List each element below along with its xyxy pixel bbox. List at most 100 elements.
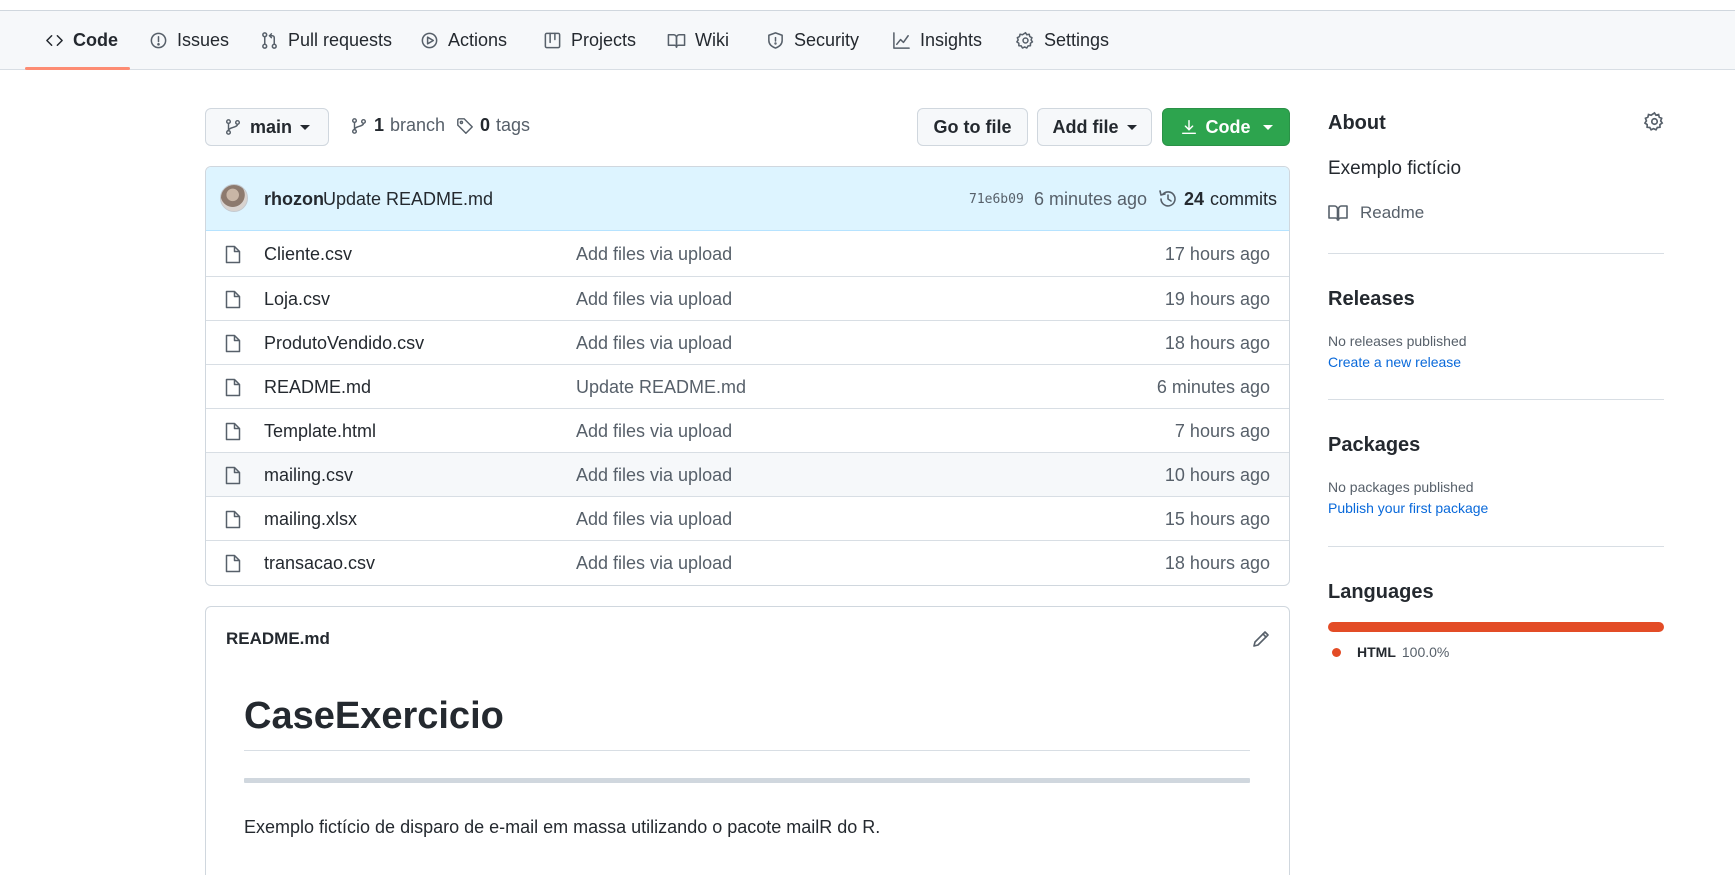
file-commit-message[interactable]: Add files via upload [576,409,732,453]
file-rows: Cliente.csv Add files via upload 17 hour… [206,232,1289,584]
file-name[interactable]: Loja.csv [264,277,330,321]
readme-link[interactable]: Readme [1328,203,1424,223]
file-commit-time: 18 hours ago [1164,332,1270,353]
releases-empty-text: No releases published [1328,333,1467,349]
tab-insights[interactable]: Insights [892,11,982,70]
file-commit-time: 6 minutes ago [1156,376,1270,397]
language-name: HTML [1357,644,1396,660]
file-commit-time: 15 hours ago [1164,508,1270,529]
publish-package-link[interactable]: Publish your first package [1328,500,1488,516]
file-icon [225,245,241,264]
chevron-down-icon [300,124,310,130]
commit-time: 6 minutes ago [1034,188,1148,209]
git-branch-icon [351,117,367,134]
tab-issues-label: Issues [177,30,230,50]
readme-panel: README.md CaseExercicio Exemplo fictício… [205,606,1290,875]
table-row: mailing.csv Add files via upload 10 hour… [206,452,1289,496]
issue-opened-icon [150,32,167,49]
file-name[interactable]: ProdutoVendido.csv [264,321,424,365]
file-commit-message[interactable]: Add files via upload [576,277,732,321]
tab-projects[interactable]: Projects [543,11,636,70]
gear-icon[interactable] [1644,111,1665,132]
book-icon [1328,205,1348,221]
file-name[interactable]: mailing.csv [264,453,353,497]
languages-title: Languages [1328,581,1434,603]
tab-wiki[interactable]: Wiki [667,11,729,70]
file-icon [225,554,241,573]
add-file-button[interactable]: Add file [1037,108,1152,146]
file-commit-message[interactable]: Add files via upload [576,321,732,365]
file-commit-message[interactable]: Add files via upload [576,453,732,497]
tab-security-label: Security [794,30,860,50]
file-commit-message[interactable]: Add files via upload [576,232,732,276]
code-download-button[interactable]: Code [1162,108,1290,146]
table-row: Cliente.csv Add files via upload 17 hour… [206,232,1289,276]
branch-name: main [249,116,292,137]
file-name[interactable]: Template.html [264,409,376,453]
file-list: rhozon Update README.md 71e6b09 6 minute… [205,166,1290,586]
table-row: README.md Update README.md 6 minutes ago [206,364,1289,408]
chevron-down-icon [1262,124,1273,130]
tags-link[interactable]: 0 tags [456,115,530,136]
gear-icon [1016,31,1034,49]
language-item-html[interactable]: HTML 100.0% [1332,644,1449,660]
commit-count: 24 [1184,188,1205,209]
file-commit-time: 18 hours ago [1164,552,1270,573]
tab-pull-requests-label: Pull requests [288,30,393,50]
file-icon [225,510,241,529]
history-icon [1159,190,1176,207]
file-name[interactable]: mailing.xlsx [264,497,357,541]
table-icon [544,32,561,49]
file-icon [225,466,241,485]
readme-filename[interactable]: README.md [226,629,330,649]
file-commit-time: 10 hours ago [1164,464,1270,485]
shield-icon [768,32,783,49]
avatar[interactable] [220,184,248,212]
create-release-link[interactable]: Create a new release [1328,354,1461,370]
go-to-file-button[interactable]: Go to file [917,108,1028,146]
tab-security[interactable]: Security [766,11,859,70]
latest-commit-bar: rhozon Update README.md 71e6b09 6 minute… [206,167,1289,231]
tab-actions[interactable]: Actions [420,11,507,70]
book-icon [667,34,686,48]
table-row: mailing.xlsx Add files via upload 15 hou… [206,496,1289,540]
branch-select-button[interactable]: main [205,108,329,146]
tab-settings[interactable]: Settings [1016,11,1109,70]
tab-issues[interactable]: Issues [149,11,229,70]
readme-paragraph: Exemplo fictício de disparo de e-mail em… [244,817,881,837]
commit-message[interactable]: Update README.md [323,167,493,231]
file-name[interactable]: transacao.csv [264,541,375,585]
commit-word: commits [1210,188,1278,209]
file-commit-message[interactable]: Add files via upload [576,541,732,585]
language-color-dot [1332,647,1341,657]
tab-insights-label: Insights [920,30,983,50]
table-row: Template.html Add files via upload 7 hou… [206,408,1289,452]
packages-title[interactable]: Packages [1328,434,1420,457]
tab-pull-requests[interactable]: Pull requests [260,11,392,70]
active-tab-indicator [25,67,130,70]
graph-icon [893,32,910,49]
branch-count: 1 [374,115,385,135]
commits-link[interactable]: 24 commits [1158,167,1277,231]
commit-sha[interactable]: 71e6b09 [969,167,1024,231]
file-icon [225,334,241,353]
file-commit-message[interactable]: Update README.md [576,365,746,409]
tab-code[interactable]: Code [45,11,118,70]
branches-link[interactable]: 1 branch [350,115,445,136]
pencil-icon[interactable] [1251,629,1271,649]
tag-count: 0 [480,115,491,135]
file-icon [225,290,241,309]
releases-title[interactable]: Releases [1328,288,1415,311]
file-name[interactable]: README.md [264,365,371,409]
tag-word: tags [496,115,531,135]
file-commit-message[interactable]: Add files via upload [576,497,732,541]
commit-author[interactable]: rhozon [264,167,324,231]
readme-heading: CaseExercicio [244,695,504,737]
tab-code-label: Code [73,30,118,50]
about-title: About [1328,112,1386,134]
sidebar-divider [1328,546,1664,547]
file-name[interactable]: Cliente.csv [264,232,352,276]
file-icon [225,378,241,397]
file-commit-time: 17 hours ago [1164,243,1270,264]
go-to-file-label: Go to file [933,116,1012,137]
